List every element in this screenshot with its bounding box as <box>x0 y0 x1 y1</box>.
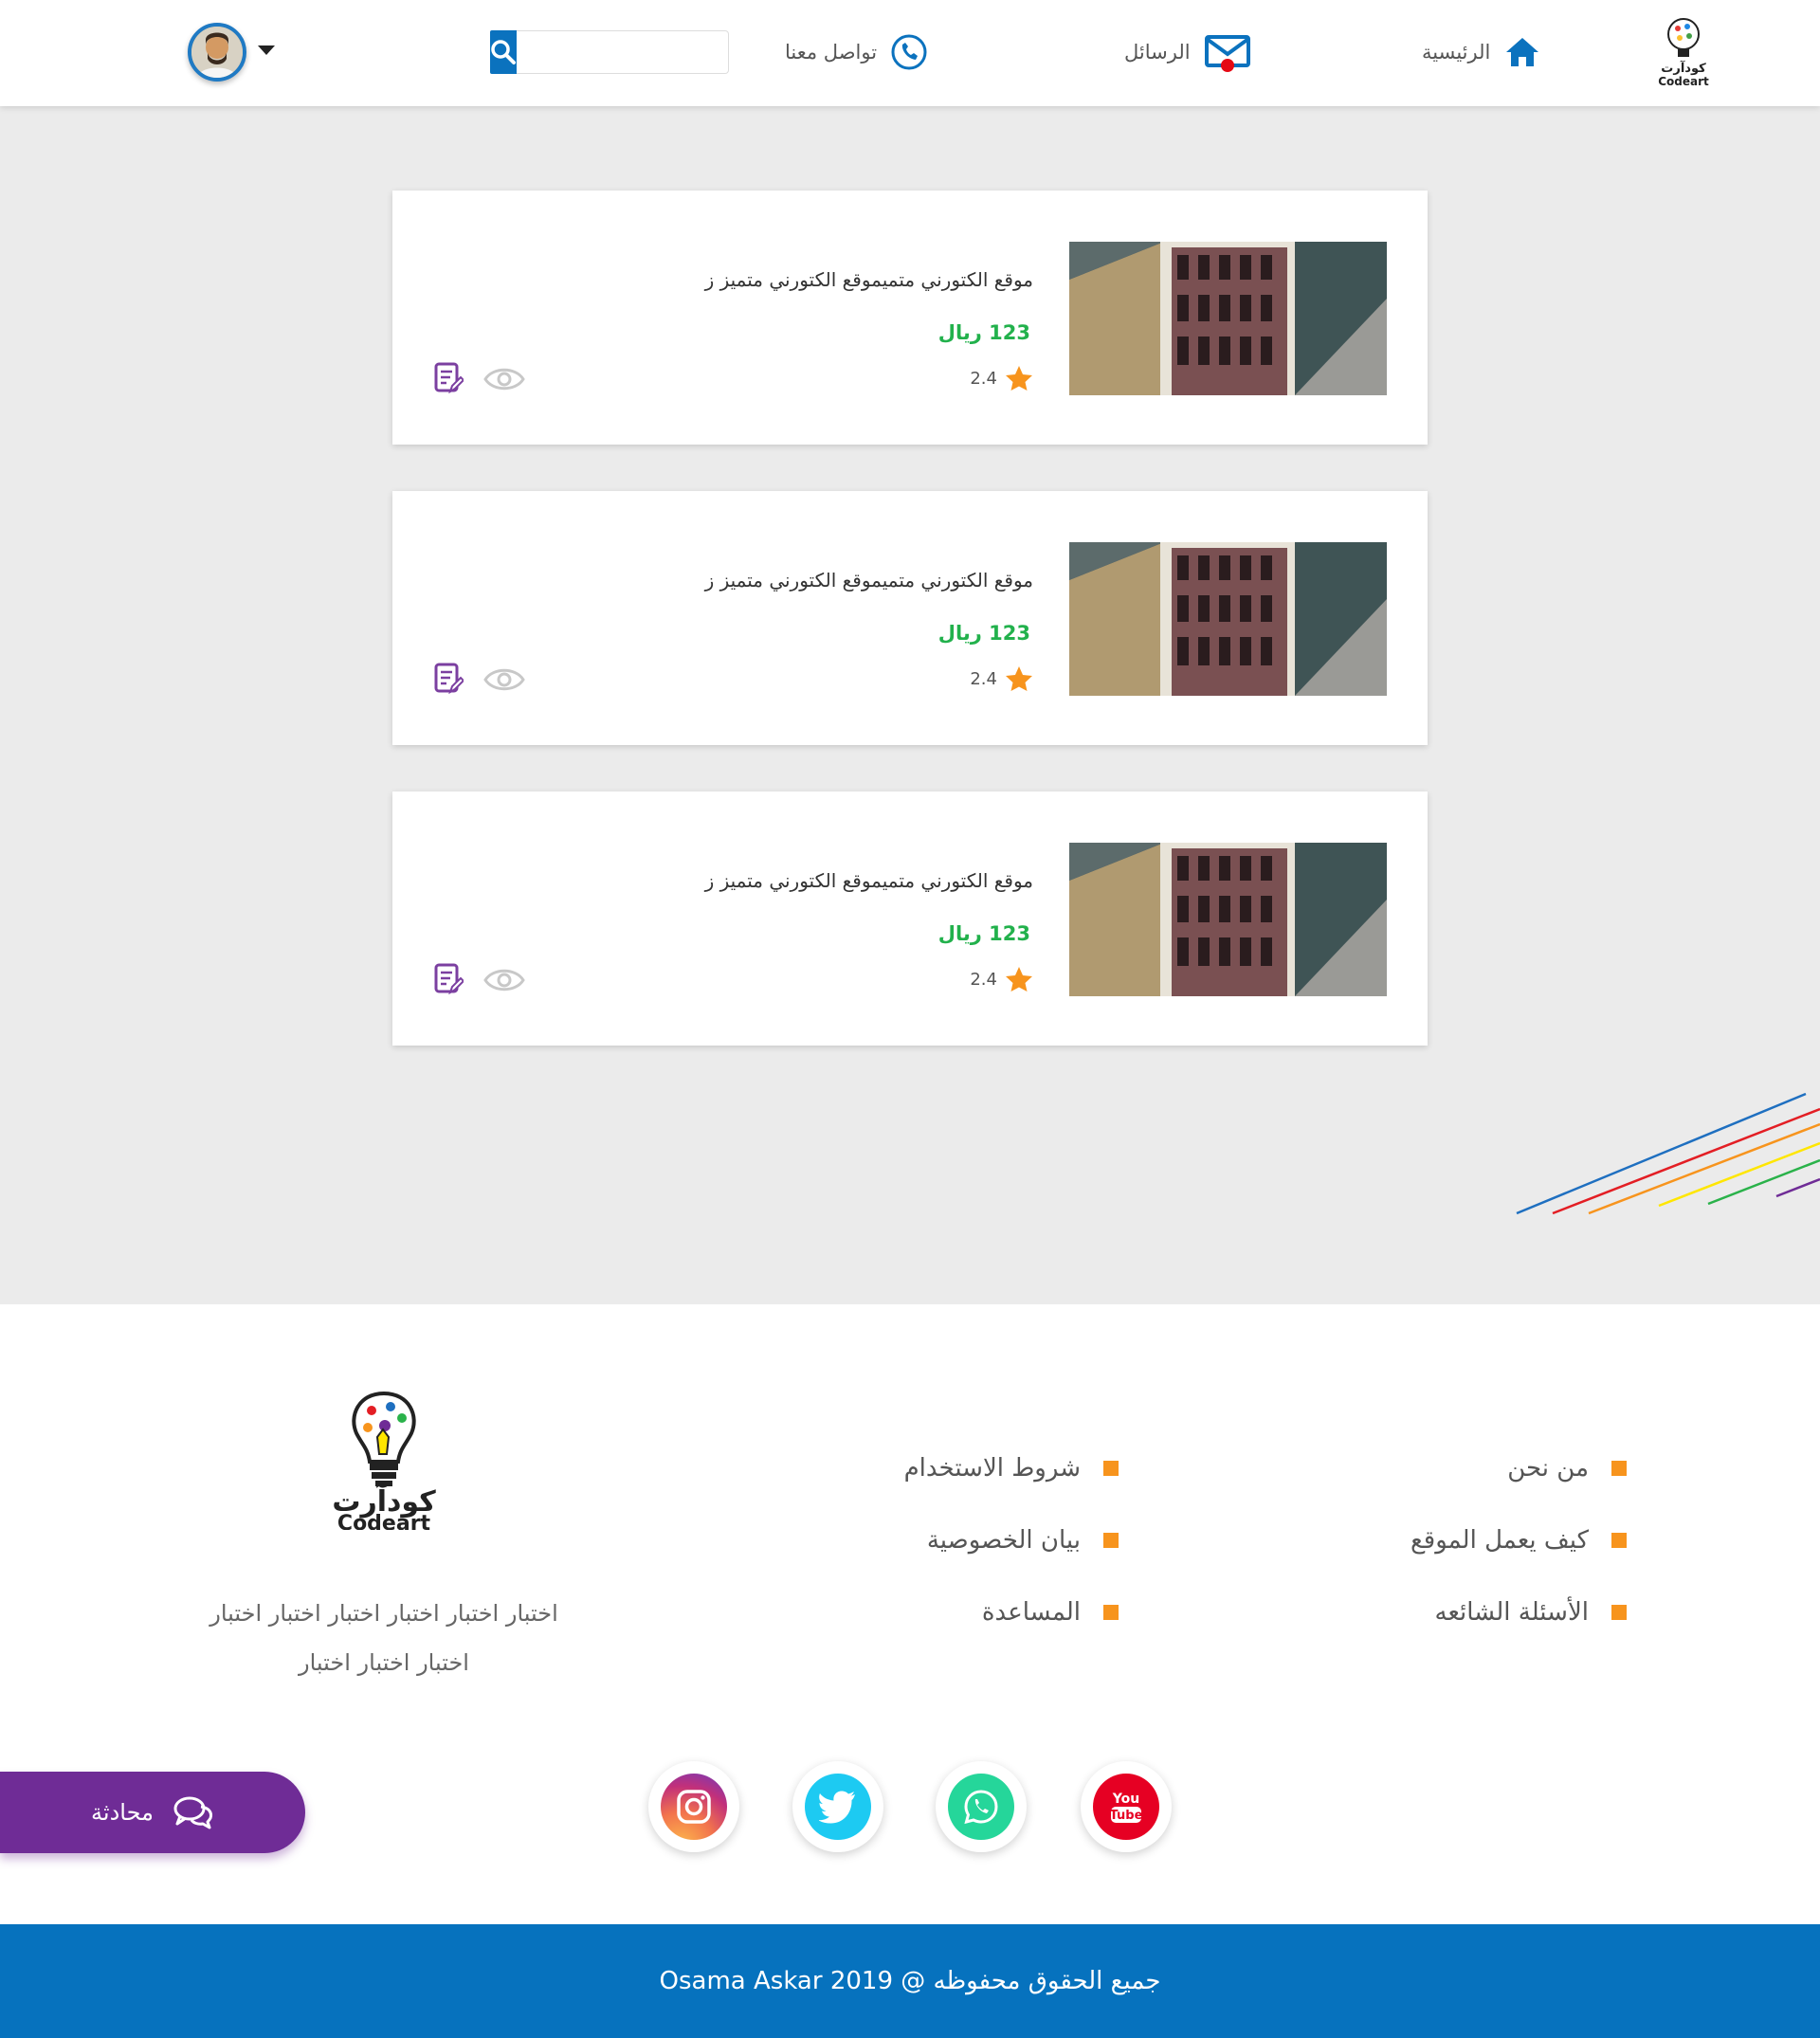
footer-link-terms[interactable]: شروط الاستخدام <box>904 1454 1119 1483</box>
rating-value: 2.4 <box>970 668 997 689</box>
youtube-link[interactable]: You Tube <box>1081 1761 1172 1852</box>
whatsapp-link[interactable] <box>936 1761 1027 1852</box>
svg-text:كودآرت: كودآرت <box>1661 60 1706 76</box>
instagram-link[interactable] <box>648 1761 739 1852</box>
youtube-icon: You Tube <box>1093 1774 1159 1840</box>
search-box <box>490 30 729 74</box>
svg-text:You: You <box>1112 1792 1139 1807</box>
card-price: 123 ريال <box>937 321 1030 344</box>
star-icon <box>1006 366 1032 391</box>
service-card[interactable]: موقع الكتورني متميموقع الكتورني متميز ز … <box>392 792 1428 1046</box>
eye-icon[interactable] <box>483 665 525 694</box>
rating-value: 2.4 <box>970 368 997 389</box>
card-image[interactable] <box>1069 843 1387 996</box>
nav-messages-label: الرسائل <box>1124 41 1191 64</box>
footer-link-about[interactable]: من نحن <box>1507 1454 1627 1483</box>
bullet-square-icon <box>1611 1461 1627 1476</box>
nav-messages[interactable]: الرسائل <box>1124 28 1251 76</box>
chat-button[interactable]: محادثة <box>0 1772 305 1853</box>
card-image[interactable] <box>1069 242 1387 395</box>
card-title[interactable]: موقع الكتورني متميموقع الكتورني متميز ز <box>705 268 1033 291</box>
service-card[interactable]: موقع الكتورني متميموقع الكتورني متميز ز … <box>392 491 1428 745</box>
search-input[interactable] <box>517 30 729 74</box>
bullet-square-icon <box>1103 1605 1119 1620</box>
chat-bubbles-icon <box>173 1796 212 1829</box>
rating-value: 2.4 <box>970 969 997 990</box>
eye-icon[interactable] <box>483 966 525 994</box>
svg-text:Codeart: Codeart <box>1658 75 1709 88</box>
edit-icon[interactable] <box>433 962 464 996</box>
card-rating: 2.4 <box>970 365 1033 391</box>
card-title[interactable]: موقع الكتورني متميموقع الكتورني متميز ز <box>705 869 1033 892</box>
card-rating: 2.4 <box>970 966 1033 992</box>
footer-logo[interactable]: كودآرت Codeart <box>322 1388 446 1558</box>
copyright-bar: جميع الحقوق محفوظه @ 2019 Osama Askar <box>0 1924 1820 2038</box>
footer-description-line1: اختبار اختبار اختبار اختبار اختبار اختبا… <box>209 1600 558 1627</box>
bullet-square-icon <box>1611 1605 1627 1620</box>
edit-icon[interactable] <box>433 662 464 696</box>
instagram-icon <box>661 1774 727 1840</box>
edit-icon[interactable] <box>433 361 464 395</box>
codeart-logo[interactable]: كودآرت Codeart <box>1657 13 1710 89</box>
bullet-square-icon <box>1103 1461 1119 1476</box>
service-card[interactable]: موقع الكتورني متميموقع الكتورني متميز ز … <box>392 191 1428 445</box>
top-navbar: كودآرت Codeart الرئيسية الرسائل تواصل مع… <box>0 0 1820 106</box>
twitter-link[interactable] <box>792 1761 883 1852</box>
card-image[interactable] <box>1069 542 1387 696</box>
nav-contact-label: تواصل معنا <box>785 41 878 64</box>
footer-link-faq[interactable]: الأسئلة الشائعه <box>1435 1598 1627 1627</box>
nav-contact[interactable]: تواصل معنا <box>785 28 928 76</box>
search-icon <box>491 40 516 64</box>
nav-home-label: الرئيسية <box>1422 41 1491 64</box>
star-icon <box>1006 666 1032 691</box>
copyright-text: جميع الحقوق محفوظه @ 2019 Osama Askar <box>659 1967 1161 1995</box>
nav-home[interactable]: الرئيسية <box>1422 28 1541 76</box>
whatsapp-icon <box>948 1774 1014 1840</box>
svg-text:Tube: Tube <box>1110 1809 1143 1823</box>
card-title[interactable]: موقع الكتورني متميموقع الكتورني متميز ز <box>705 569 1033 591</box>
footer-description: اختبار اختبار اختبار اختبار اختبار اختبا… <box>190 1589 578 1687</box>
chevron-down-icon[interactable] <box>258 45 275 55</box>
twitter-icon <box>805 1774 871 1840</box>
home-icon <box>1506 38 1539 66</box>
card-price: 123 ريال <box>937 922 1030 945</box>
footer-brand-en: Codeart <box>337 1512 431 1530</box>
chat-button-label: محادثة <box>91 1799 154 1826</box>
eye-icon[interactable] <box>483 365 525 393</box>
bullet-square-icon <box>1103 1533 1119 1548</box>
avatar[interactable] <box>188 23 246 82</box>
envelope-icon <box>1204 35 1250 72</box>
user-avatar-icon <box>191 27 243 78</box>
search-button[interactable] <box>490 30 517 74</box>
decorative-stripes <box>1516 1092 1820 1215</box>
footer-link-help[interactable]: المساعدة <box>982 1598 1119 1627</box>
footer-link-how-it-works[interactable]: كيف يعمل الموقع <box>1410 1526 1627 1555</box>
footer-description-line2: اختبار اختبار اختبار <box>299 1649 469 1676</box>
star-icon <box>1006 967 1032 992</box>
bullet-square-icon <box>1611 1533 1627 1548</box>
phone-icon <box>891 34 927 70</box>
card-price: 123 ريال <box>937 622 1030 645</box>
card-rating: 2.4 <box>970 665 1033 692</box>
footer-link-privacy[interactable]: بيان الخصوصية <box>927 1526 1119 1555</box>
